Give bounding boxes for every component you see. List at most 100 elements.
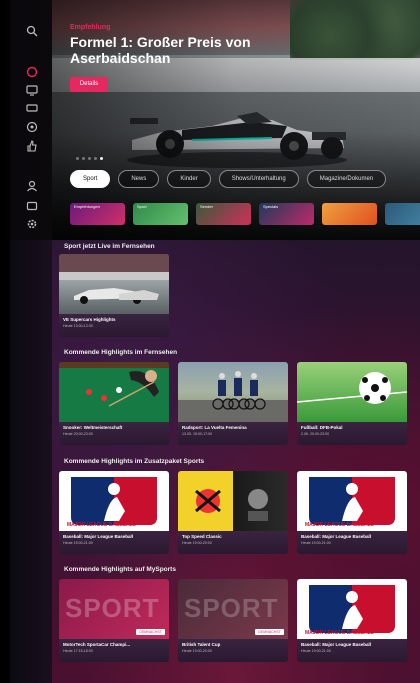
thumb-label: Sender: [200, 204, 213, 209]
thumb-tile[interactable]: Specials: [259, 203, 314, 225]
sport-watermark: SPORT: [184, 593, 279, 623]
hero-banner[interactable]: Empfehlung Formel 1: Großer Preis von As…: [52, 0, 420, 240]
program-card[interactable]: SPORT DEMNÄCHST MotorTech SportaCar Cham…: [59, 579, 169, 662]
chip-news[interactable]: News: [118, 170, 160, 188]
section-title: Kommende Highlights im Fernsehen: [64, 349, 178, 356]
card-image: [297, 362, 407, 422]
details-button[interactable]: Details: [70, 77, 108, 92]
card-image: SPORT DEMNÄCHST: [178, 579, 288, 639]
card-meta: Top Speed Classic Heute 19:00-20:00: [178, 531, 288, 554]
card-row: SPORT DEMNÄCHST MotorTech SportaCar Cham…: [59, 579, 407, 662]
card-title: Baseball: Major League Baseball: [301, 534, 372, 539]
card-time: Heute 19:00-21:00: [301, 541, 331, 545]
card-time: Heute 19:00-20:00: [182, 649, 212, 653]
thumb-label: Sport: [137, 204, 147, 209]
carousel-dots[interactable]: [76, 157, 103, 160]
card-image: SPORT DEMNÄCHST: [59, 579, 169, 639]
program-card[interactable]: Snooker: Weltmeisterschaft Heute 20:00-2…: [59, 362, 169, 445]
carousel-dot[interactable]: [76, 157, 79, 160]
messages-icon[interactable]: [26, 200, 38, 212]
card-meta: Baseball: Major League Baseball Heute 19…: [297, 531, 407, 554]
program-card[interactable]: VE Supercars Highlights Heute 13:00-13:3…: [59, 254, 169, 337]
card-title: VE Supercars Highlights: [63, 317, 116, 322]
carousel-dot[interactable]: [88, 157, 91, 160]
mlb-logo-text: MAJOR LEAGUE BASEBALL: [305, 522, 374, 528]
thumb-tile[interactable]: [322, 203, 377, 225]
status-badge: DEMNÄCHST: [255, 629, 284, 635]
carousel-dot[interactable]: [94, 157, 97, 160]
card-time: Heute 19:00-20:00: [182, 541, 212, 545]
main-content: Sport jetzt Live im Fernsehen VE Superca…: [52, 240, 420, 683]
chip-sport[interactable]: Sport: [70, 170, 111, 188]
thumb-tile[interactable]: Sport: [133, 203, 188, 225]
program-card[interactable]: SPORT DEMNÄCHST British Talent Cup Heute…: [178, 579, 288, 662]
section-title: Sport jetzt Live im Fernsehen: [64, 243, 155, 250]
card-meta: British Talent Cup Heute 19:00-20:00: [178, 639, 288, 662]
card-meta: Fußball: DFB-Pokal 2.06. 20:00-23:00: [297, 422, 407, 445]
screen-edge: [0, 0, 10, 683]
settings-icon[interactable]: [26, 218, 38, 230]
tv-app: Empfehlung Formel 1: Großer Preis von As…: [0, 0, 420, 683]
replay-icon[interactable]: [26, 121, 38, 133]
program-card[interactable]: Fußball: DFB-Pokal 2.06. 20:00-23:00: [297, 362, 407, 445]
program-card[interactable]: Radsport: La Vuelta Femenina 13.05. 15:0…: [178, 362, 288, 445]
hero-title: Formel 1: Großer Preis von Aserbaidschan: [70, 34, 251, 66]
chip-kinder[interactable]: Kinder: [167, 170, 211, 188]
card-title: British Talent Cup: [182, 642, 221, 647]
card-title: Baseball: Major League Baseball: [301, 642, 372, 647]
program-card[interactable]: Top Speed Classic Heute 19:00-20:00: [178, 471, 288, 554]
carousel-dot-active[interactable]: [100, 157, 103, 160]
card-row: MAJOR LEAGUE BASEBALL Baseball: Major Le…: [59, 471, 407, 554]
card-image: MAJOR LEAGUE BASEBALL: [59, 471, 169, 531]
card-row: Snooker: Weltmeisterschaft Heute 20:00-2…: [59, 362, 407, 445]
program-card[interactable]: MAJOR LEAGUE BASEBALL Baseball: Major Le…: [297, 579, 407, 662]
thumb-tile[interactable]: [385, 203, 420, 225]
thumb-tile[interactable]: Empfehlungen: [70, 203, 125, 225]
category-chips: Sport News Kinder Shows/Unterhaltung Mag…: [70, 170, 387, 188]
program-card[interactable]: MAJOR LEAGUE BASEBALL Baseball: Major Le…: [59, 471, 169, 554]
card-image: MAJOR LEAGUE BASEBALL: [297, 579, 407, 639]
thumb-label: Specials: [263, 204, 279, 209]
thumbs-up-icon[interactable]: [26, 140, 38, 152]
mlb-logo-text: MAJOR LEAGUE BASEBALL: [67, 522, 136, 528]
chip-magazine[interactable]: Magazine/Dokumen: [306, 170, 387, 188]
card-meta: Baseball: Major League Baseball Heute 19…: [59, 531, 169, 554]
tv-icon[interactable]: [26, 84, 38, 96]
card-time: Heute 19:00-21:00: [63, 541, 93, 545]
card-meta: Radsport: La Vuelta Femenina 13.05. 15:0…: [178, 422, 288, 445]
card-title: MotorTech SportaCar Champi...: [63, 642, 131, 647]
card-meta: MotorTech SportaCar Champi... Heute 17:1…: [59, 639, 169, 662]
card-image: [178, 362, 288, 422]
card-title: Snooker: Weltmeisterschaft: [63, 425, 123, 430]
card-image: [178, 471, 288, 531]
home-icon[interactable]: [26, 66, 38, 78]
card-title: Fußball: DFB-Pokal: [301, 425, 343, 430]
card-time: 2.06. 20:00-23:00: [301, 432, 330, 436]
carousel-dot[interactable]: [82, 157, 85, 160]
card-title: Radsport: La Vuelta Femenina: [182, 425, 247, 430]
card-time: Heute 20:00-23:00: [63, 432, 93, 436]
thumb-tile[interactable]: Sender: [196, 203, 251, 225]
card-title: Baseball: Major League Baseball: [63, 534, 134, 539]
sport-watermark: SPORT: [65, 593, 160, 623]
sidebar: [10, 0, 52, 240]
card-image: MAJOR LEAGUE BASEBALL: [297, 471, 407, 531]
search-icon[interactable]: [26, 25, 38, 37]
mlb-logo-text: MAJOR LEAGUE BASEBALL: [305, 630, 374, 636]
profile-icon[interactable]: [26, 180, 38, 192]
card-time: Heute 13:00-13:30: [63, 324, 93, 328]
status-badge: DEMNÄCHST: [136, 629, 165, 635]
main-left-strip: [10, 240, 52, 683]
program-card[interactable]: MAJOR LEAGUE BASEBALL Baseball: Major Le…: [297, 471, 407, 554]
card-image: [59, 362, 169, 422]
card-meta: Snooker: Weltmeisterschaft Heute 20:00-2…: [59, 422, 169, 445]
chip-shows[interactable]: Shows/Unterhaltung: [218, 170, 299, 188]
category-thumbnails: Empfehlungen Sport Sender Specials: [70, 203, 420, 225]
section-title: Kommende Highlights auf MySports: [64, 566, 176, 573]
recordings-icon[interactable]: [26, 102, 38, 114]
card-time: Heute 17:15-18:00: [63, 649, 93, 653]
card-title: Top Speed Classic: [182, 534, 222, 539]
card-time: 13.05. 15:00-17:00: [182, 432, 213, 436]
card-meta: Baseball: Major League Baseball Heute 19…: [297, 639, 407, 662]
card-image: [59, 254, 169, 314]
